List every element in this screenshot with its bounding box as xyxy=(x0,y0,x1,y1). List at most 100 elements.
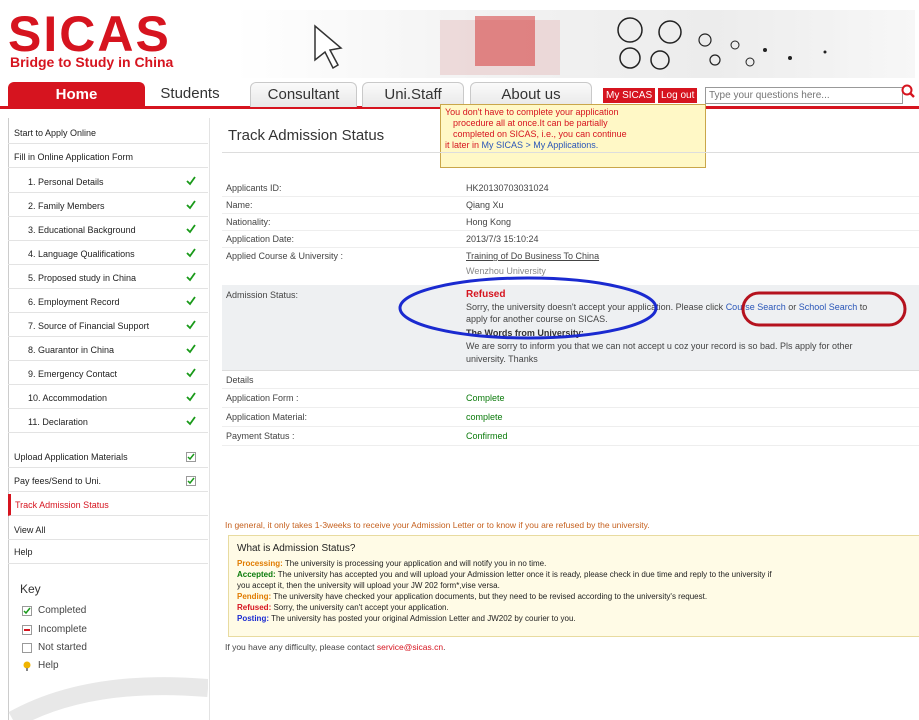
sidebar-item-step-1[interactable]: 1. Personal Details xyxy=(8,170,208,193)
key-completed: Completed xyxy=(38,605,87,616)
annotation-ellipse-red xyxy=(741,291,907,327)
sidebar-item-label: 4. Language Qualifications xyxy=(28,249,135,259)
sidebar-item-help[interactable]: Help xyxy=(8,542,208,564)
tab-consultant[interactable]: Consultant xyxy=(250,82,357,107)
check-icon xyxy=(186,320,196,330)
detail-row-payment-status: Payment Status : Confirmed xyxy=(222,427,919,446)
check-icon xyxy=(186,476,196,486)
sidebar-item-step-7[interactable]: 7. Source of Financial Support xyxy=(8,314,208,337)
field-value: Complete xyxy=(466,393,505,403)
sidebar-item-step-11[interactable]: 11. Declaration xyxy=(8,410,208,433)
field-value: Hong Kong xyxy=(466,217,512,227)
contact-end: . xyxy=(443,642,446,652)
sidebar-item-label: Start to Apply Online xyxy=(14,128,97,138)
tooltip-line: procedure all at once.It can be partiall… xyxy=(453,118,608,128)
my-sicas-button[interactable]: My SICAS xyxy=(603,88,656,103)
sidebar-item-track[interactable]: Track Admission Status xyxy=(8,494,208,516)
check-icon xyxy=(186,368,196,378)
university-words-line2: university. Thanks xyxy=(466,354,538,364)
sidebar-item-label: 1. Personal Details xyxy=(28,177,104,187)
not-started-icon xyxy=(22,643,32,653)
search-icon[interactable] xyxy=(901,84,915,98)
key-incomplete: Incomplete xyxy=(38,624,87,635)
sidebar-item-step-5[interactable]: 5. Proposed study in China xyxy=(8,266,208,289)
sidebar-item-start[interactable]: Start to Apply Online xyxy=(8,122,208,144)
field-label: Payment Status : xyxy=(226,431,295,441)
info-line-refused: Refused: Sorry, the university can't acc… xyxy=(237,603,449,612)
info-term: Accepted: xyxy=(237,570,276,579)
field-value: complete xyxy=(466,412,503,422)
check-icon xyxy=(186,248,196,258)
info-line-accepted: Accepted: The university has accepted yo… xyxy=(237,570,772,579)
check-icon xyxy=(186,272,196,282)
check-icon xyxy=(186,176,196,186)
sidebar-item-step-2[interactable]: 2. Family Members xyxy=(8,194,208,217)
info-term: Refused: xyxy=(237,603,272,612)
info-text: Sorry, the university can't accept your … xyxy=(271,603,449,612)
header-banner xyxy=(235,10,915,78)
sidebar-item-label: 2. Family Members xyxy=(28,201,105,211)
info-line-accepted-cont: you accept it, then the university will … xyxy=(237,581,500,590)
check-icon xyxy=(186,296,196,306)
sidebar-item-label: Pay fees/Send to Uni. xyxy=(14,476,102,486)
sidebar-item-pay[interactable]: Pay fees/Send to Uni. xyxy=(8,470,208,492)
check-icon xyxy=(186,392,196,402)
details-header-row: Details xyxy=(222,371,919,389)
sidebar-item-step-8[interactable]: 8. Guarantor in China xyxy=(8,338,208,361)
field-value: Confirmed xyxy=(466,431,508,441)
title-divider xyxy=(222,152,919,153)
field-label: Application Form : xyxy=(226,393,299,403)
tooltip-line: completed on SICAS, i.e., you can contin… xyxy=(453,129,627,139)
contact-email-link[interactable]: service@sicas.cn xyxy=(377,642,443,652)
sidebar-item-label: Help xyxy=(14,547,33,557)
tab-home[interactable]: Home xyxy=(8,82,145,107)
field-label: Name: xyxy=(226,200,253,210)
info-line-processing: Processing: The university is processing… xyxy=(237,559,546,568)
sidebar-item-label: 6. Employment Record xyxy=(28,297,120,307)
info-term: Pending: xyxy=(237,592,272,601)
completed-icon xyxy=(22,606,32,616)
annotation-ellipse-blue xyxy=(398,276,658,340)
tooltip-line: it later in xyxy=(445,140,482,150)
info-text: The university has posted your original … xyxy=(269,614,576,623)
sidebar-item-label: 3. Educational Background xyxy=(28,225,136,235)
detail-row-application-material: Application Material: complete xyxy=(222,408,919,427)
search-input[interactable] xyxy=(705,87,903,104)
general-note: In general, it only takes 1-3weeks to re… xyxy=(225,520,650,530)
field-label: Application Material: xyxy=(226,412,308,422)
info-text: The university is processing your applic… xyxy=(282,559,547,568)
sidebar-item-label: 7. Source of Financial Support xyxy=(28,321,150,331)
info-text: The university have checked your applica… xyxy=(271,592,708,601)
field-row-application-date: Application Date: 2013/7/3 15:10:24 xyxy=(222,231,919,248)
info-text: The university has accepted you and will… xyxy=(275,570,772,579)
sidebar-item-label: Upload Application Materials xyxy=(14,452,128,462)
details-label: Details xyxy=(226,375,254,385)
logout-button[interactable]: Log out xyxy=(658,88,698,103)
course-link[interactable]: Training of Do Business To China xyxy=(466,251,599,261)
field-row-applicant-id: Applicants ID: HK20130703031024 xyxy=(222,180,919,197)
key-not-started: Not started xyxy=(38,642,87,653)
sidebar-item-fill-form[interactable]: Fill in Online Application Form xyxy=(8,146,208,168)
my-applications-link[interactable]: My SICAS > My Applications. xyxy=(482,140,599,150)
sidebar-item-label: 11. Declaration xyxy=(28,417,88,427)
sidebar-item-step-10[interactable]: 10. Accommodation xyxy=(8,386,208,409)
sidebar-decoration xyxy=(8,677,208,720)
sidebar-item-step-6[interactable]: 6. Employment Record xyxy=(8,290,208,313)
sicas-logo[interactable]: SICAS xyxy=(8,8,171,60)
field-label: Nationality: xyxy=(226,217,271,227)
field-label: Application Date: xyxy=(226,234,295,244)
sidebar-item-step-4[interactable]: 4. Language Qualifications xyxy=(8,242,208,265)
sidebar-item-step-3[interactable]: 3. Educational Background xyxy=(8,218,208,241)
tab-students[interactable]: Students xyxy=(140,82,240,106)
admission-status-label: Admission Status: xyxy=(226,290,299,300)
field-label: Applicants ID: xyxy=(226,183,282,193)
sidebar-item-view-all[interactable]: View All xyxy=(8,518,208,540)
info-term: Processing: xyxy=(237,559,283,568)
field-value: Qiang Xu xyxy=(466,200,504,210)
tooltip-line: You don't have to complete your applicat… xyxy=(445,107,619,117)
detail-row-application-form: Application Form : Complete xyxy=(222,389,919,408)
sidebar-item-step-9[interactable]: 9. Emergency Contact xyxy=(8,362,208,385)
field-row-name: Name: Qiang Xu xyxy=(222,197,919,214)
contact-line: If you have any difficulty, please conta… xyxy=(225,642,445,652)
sidebar-item-upload[interactable]: Upload Application Materials xyxy=(8,446,208,468)
